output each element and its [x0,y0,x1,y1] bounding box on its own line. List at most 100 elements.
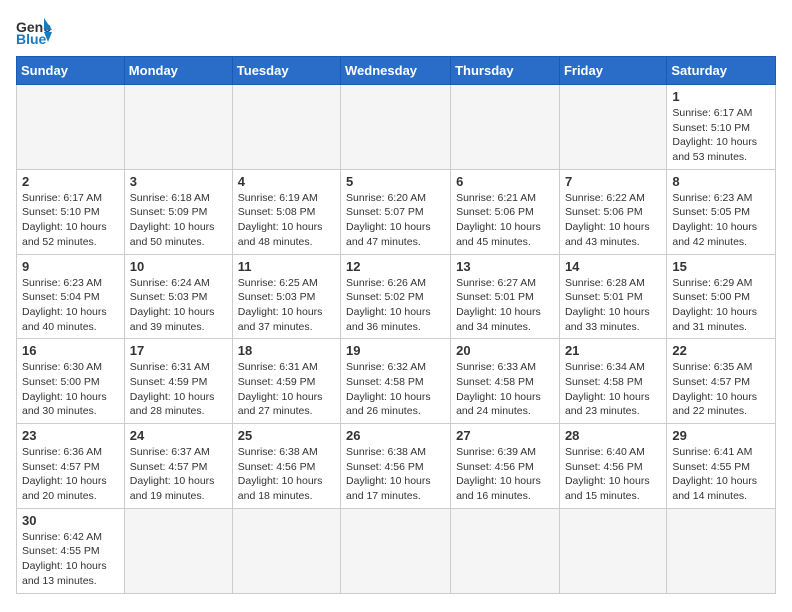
calendar-cell: 3 Sunrise: 6:18 AM Sunset: 5:09 PM Daylig… [124,169,232,254]
calendar-cell: 13Sunrise: 6:27 AM Sunset: 5:01 PM Dayli… [451,254,560,339]
calendar-cell: 21 Sunrise: 6:34 AM Sunset: 4:58 PM Dayli… [559,339,666,424]
day-info: Sunrise: 6:41 AM Sunset: 4:55 PM Dayligh… [672,445,770,504]
calendar-cell [124,85,232,170]
day-info: Sunrise: 6:25 AM Sunset: 5:03 PM Dayligh… [238,276,335,335]
day-info: Sunrise: 6:23 AM Sunset: 5:05 PM Dayligh… [672,191,770,250]
calendar-cell: 24 Sunrise: 6:37 AM Sunset: 4:57 PM Dayli… [124,424,232,509]
calendar-cell [341,508,451,593]
day-info: Sunrise: 6:31 AM Sunset: 4:59 PM Dayligh… [238,360,335,419]
day-number: 19 [346,343,445,358]
day-info: Sunrise: 6:38 AM Sunset: 4:56 PM Dayligh… [346,445,445,504]
calendar-cell: 23 Sunrise: 6:36 AM Sunset: 4:57 PM Dayli… [17,424,125,509]
weekday-header-sunday: Sunday [17,57,125,85]
day-number: 26 [346,428,445,443]
logo: General Blue [16,16,52,46]
calendar-cell: 5 Sunrise: 6:20 AM Sunset: 5:07 PM Daylig… [341,169,451,254]
header: General Blue [16,16,776,46]
day-info: Sunrise: 6:19 AM Sunset: 5:08 PM Dayligh… [238,191,335,250]
week-row-3: 9 Sunrise: 6:23 AM Sunset: 5:04 PM Daylig… [17,254,776,339]
weekday-header-friday: Friday [559,57,666,85]
calendar-cell: 12 Sunrise: 6:26 AM Sunset: 5:02 PM Dayli… [341,254,451,339]
day-info: Sunrise: 6:18 AM Sunset: 5:09 PM Dayligh… [130,191,227,250]
week-row-4: 16 Sunrise: 6:30 AM Sunset: 5:00 PM Dayli… [17,339,776,424]
calendar-cell: 7Sunrise: 6:22 AM Sunset: 5:06 PM Daylig… [559,169,666,254]
calendar-cell: 4 Sunrise: 6:19 AM Sunset: 5:08 PM Daylig… [232,169,340,254]
day-number: 7 [565,174,661,189]
day-number: 20 [456,343,554,358]
day-number: 30 [22,513,119,528]
day-info: Sunrise: 6:20 AM Sunset: 5:07 PM Dayligh… [346,191,445,250]
calendar-cell [17,85,125,170]
logo-icon: General Blue [16,16,52,46]
day-number: 5 [346,174,445,189]
calendar-cell: 18 Sunrise: 6:31 AM Sunset: 4:59 PM Dayli… [232,339,340,424]
day-number: 15 [672,259,770,274]
day-number: 24 [130,428,227,443]
day-info: Sunrise: 6:17 AM Sunset: 5:10 PM Dayligh… [672,106,770,165]
day-number: 28 [565,428,661,443]
day-number: 16 [22,343,119,358]
day-number: 9 [22,259,119,274]
calendar-cell [451,508,560,593]
day-number: 29 [672,428,770,443]
day-info: Sunrise: 6:39 AM Sunset: 4:56 PM Dayligh… [456,445,554,504]
calendar-cell: 9 Sunrise: 6:23 AM Sunset: 5:04 PM Daylig… [17,254,125,339]
day-info: Sunrise: 6:28 AM Sunset: 5:01 PM Dayligh… [565,276,661,335]
calendar-cell: 6 Sunrise: 6:21 AM Sunset: 5:06 PM Daylig… [451,169,560,254]
day-number: 23 [22,428,119,443]
day-number: 2 [22,174,119,189]
day-number: 25 [238,428,335,443]
day-info: Sunrise: 6:38 AM Sunset: 4:56 PM Dayligh… [238,445,335,504]
weekday-header-thursday: Thursday [451,57,560,85]
day-info: Sunrise: 6:23 AM Sunset: 5:04 PM Dayligh… [22,276,119,335]
day-number: 27 [456,428,554,443]
day-info: Sunrise: 6:31 AM Sunset: 4:59 PM Dayligh… [130,360,227,419]
calendar-cell: 22 Sunrise: 6:35 AM Sunset: 4:57 PM Dayli… [667,339,776,424]
calendar-cell: 15Sunrise: 6:29 AM Sunset: 5:00 PM Dayli… [667,254,776,339]
day-number: 6 [456,174,554,189]
day-number: 14 [565,259,661,274]
day-info: Sunrise: 6:42 AM Sunset: 4:55 PM Dayligh… [22,530,119,589]
day-info: Sunrise: 6:21 AM Sunset: 5:06 PM Dayligh… [456,191,554,250]
day-number: 21 [565,343,661,358]
calendar-cell: 17 Sunrise: 6:31 AM Sunset: 4:59 PM Dayli… [124,339,232,424]
calendar-cell [124,508,232,593]
calendar-cell: 10 Sunrise: 6:24 AM Sunset: 5:03 PM Dayli… [124,254,232,339]
calendar-cell: 29 Sunrise: 6:41 AM Sunset: 4:55 PM Dayli… [667,424,776,509]
day-info: Sunrise: 6:40 AM Sunset: 4:56 PM Dayligh… [565,445,661,504]
week-row-2: 2 Sunrise: 6:17 AM Sunset: 5:10 PM Daylig… [17,169,776,254]
day-info: Sunrise: 6:34 AM Sunset: 4:58 PM Dayligh… [565,360,661,419]
day-info: Sunrise: 6:32 AM Sunset: 4:58 PM Dayligh… [346,360,445,419]
day-info: Sunrise: 6:24 AM Sunset: 5:03 PM Dayligh… [130,276,227,335]
day-number: 12 [346,259,445,274]
day-number: 18 [238,343,335,358]
day-number: 4 [238,174,335,189]
day-number: 11 [238,259,335,274]
calendar-cell: 28 Sunrise: 6:40 AM Sunset: 4:56 PM Dayli… [559,424,666,509]
calendar-cell: 27 Sunrise: 6:39 AM Sunset: 4:56 PM Dayli… [451,424,560,509]
day-number: 22 [672,343,770,358]
calendar-cell [667,508,776,593]
calendar-cell [559,85,666,170]
weekday-header-tuesday: Tuesday [232,57,340,85]
day-info: Sunrise: 6:33 AM Sunset: 4:58 PM Dayligh… [456,360,554,419]
day-number: 17 [130,343,227,358]
day-number: 1 [672,89,770,104]
calendar-cell [341,85,451,170]
day-info: Sunrise: 6:30 AM Sunset: 5:00 PM Dayligh… [22,360,119,419]
day-info: Sunrise: 6:17 AM Sunset: 5:10 PM Dayligh… [22,191,119,250]
calendar: SundayMondayTuesdayWednesdayThursdayFrid… [16,56,776,594]
day-info: Sunrise: 6:37 AM Sunset: 4:57 PM Dayligh… [130,445,227,504]
calendar-cell: 16 Sunrise: 6:30 AM Sunset: 5:00 PM Dayli… [17,339,125,424]
day-number: 3 [130,174,227,189]
calendar-cell: 30 Sunrise: 6:42 AM Sunset: 4:55 PM Dayli… [17,508,125,593]
day-number: 13 [456,259,554,274]
day-info: Sunrise: 6:36 AM Sunset: 4:57 PM Dayligh… [22,445,119,504]
calendar-cell: 19 Sunrise: 6:32 AM Sunset: 4:58 PM Dayli… [341,339,451,424]
weekday-header-row: SundayMondayTuesdayWednesdayThursdayFrid… [17,57,776,85]
day-info: Sunrise: 6:26 AM Sunset: 5:02 PM Dayligh… [346,276,445,335]
calendar-cell: 14 Sunrise: 6:28 AM Sunset: 5:01 PM Dayli… [559,254,666,339]
day-info: Sunrise: 6:35 AM Sunset: 4:57 PM Dayligh… [672,360,770,419]
day-number: 10 [130,259,227,274]
weekday-header-wednesday: Wednesday [341,57,451,85]
